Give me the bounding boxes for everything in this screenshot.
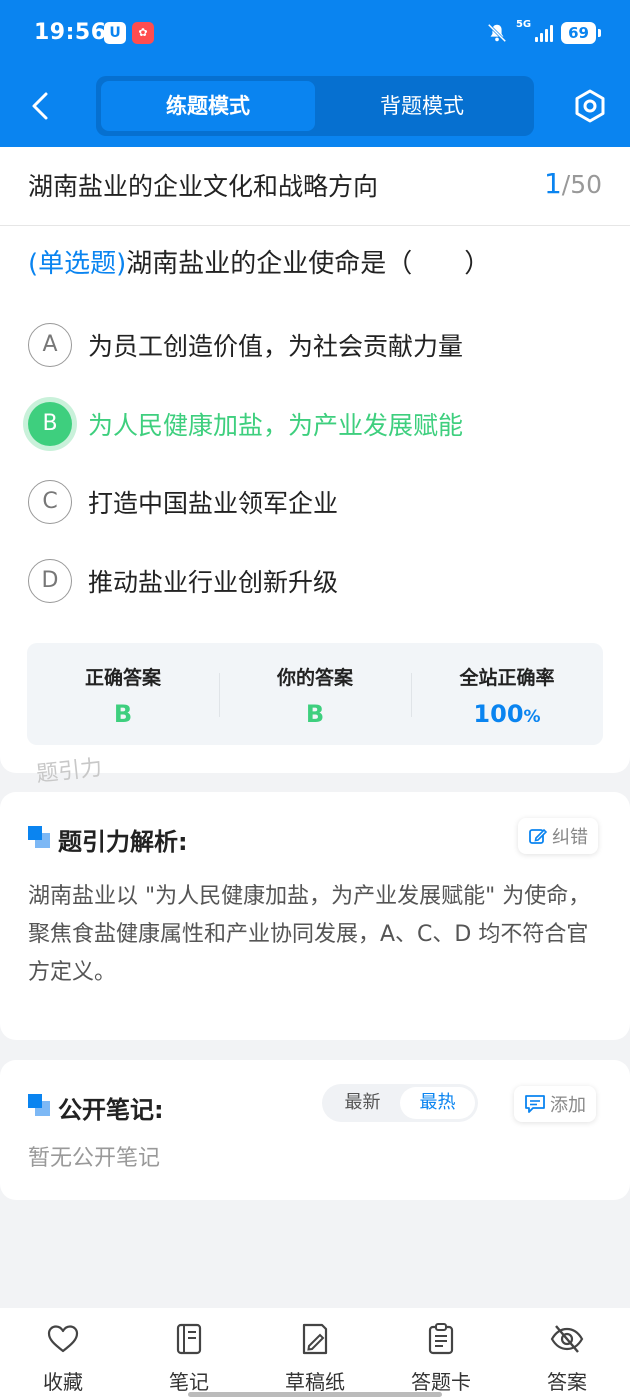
bottom-label: 答题卡	[411, 1370, 471, 1394]
option-letter: D	[28, 559, 72, 603]
total-questions: /50	[561, 170, 602, 199]
notes-title: 公开笔记:	[58, 1096, 164, 1124]
comment-icon	[525, 1095, 545, 1113]
option-b-correct[interactable]: B 为人民健康加盐，为产业发展赋能	[28, 400, 463, 448]
option-text: 为人民健康加盐，为产业发展赋能	[88, 411, 464, 440]
add-note-label: 添加	[550, 1095, 586, 1116]
mute-bell-icon	[487, 23, 507, 43]
stat-label: 全站正确率	[459, 667, 555, 689]
notebook-icon	[176, 1323, 202, 1355]
chapter-title: 湖南盐业的企业文化和战略方向	[28, 172, 379, 201]
home-indicator[interactable]	[188, 1392, 442, 1397]
option-letter: B	[28, 402, 72, 446]
network-type: 5G	[515, 19, 532, 30]
bottom-answer-sheet[interactable]: 答题卡	[378, 1308, 504, 1400]
tab-practice-mode[interactable]: 练题模式	[101, 81, 315, 131]
stat-value: 100%	[411, 700, 603, 728]
option-text: 推动盐业行业创新升级	[88, 568, 339, 597]
stat-accuracy-rate: 全站正确率 100%	[411, 643, 603, 745]
option-c[interactable]: C 打造中国盐业领军企业	[28, 478, 338, 526]
option-a[interactable]: A 为员工创造价值，为社会贡献力量	[28, 321, 463, 369]
status-bar: 19:56 U ✿ 5G 69	[0, 0, 630, 68]
tab-memorize-mode[interactable]: 背题模式	[315, 81, 529, 131]
status-right: 5G 69	[486, 19, 601, 46]
analysis-title: 题引力解析:	[58, 828, 188, 856]
sort-hottest[interactable]: 最热	[400, 1087, 475, 1119]
watermark: 题引力	[35, 755, 104, 788]
option-letter: A	[28, 323, 72, 367]
bottom-label: 收藏	[43, 1370, 83, 1394]
notes-card: 公开笔记: 最新 最热 添加 暂无公开笔记	[0, 1060, 630, 1200]
option-text: 打造中国盐业领军企业	[88, 489, 339, 518]
divider	[0, 225, 630, 226]
settings-hexagon-icon[interactable]	[572, 88, 608, 124]
stat-label: 正确答案	[84, 667, 161, 689]
question-stem: (单选题)湖南盐业的企业使命是（ ）	[28, 243, 490, 280]
analysis-text: 湖南盐业以 "为人民健康加盐，为产业发展赋能" 为使命，聚焦食盐健康属性和产业协…	[28, 884, 591, 985]
stat-your-answer: 你的答案 B	[219, 643, 411, 745]
bottom-label: 答案	[547, 1370, 587, 1394]
battery-indicator: 69	[561, 22, 601, 44]
option-letter: C	[28, 480, 72, 524]
sort-latest[interactable]: 最新	[325, 1087, 400, 1119]
bottom-show-answer[interactable]: 答案	[504, 1308, 630, 1400]
question-type-tag: (单选题)	[28, 249, 127, 279]
bottom-label: 笔记	[169, 1370, 209, 1394]
section-squares-icon	[28, 1094, 50, 1116]
app-notification-icon: ✿	[132, 22, 154, 44]
current-question-number: 1	[543, 167, 562, 200]
bottom-notes[interactable]: 笔记	[126, 1308, 252, 1400]
bottom-label: 草稿纸	[285, 1370, 345, 1394]
app-notification-icon: U	[104, 22, 126, 44]
question-card: 湖南盐业的企业文化和战略方向 1/50 (单选题)湖南盐业的企业使命是（ ） A…	[0, 147, 630, 787]
add-note-button[interactable]: 添加	[514, 1086, 596, 1122]
notes-empty-state: 暂无公开笔记	[28, 1146, 161, 1171]
analysis-card: 题引力解析: 纠错 湖南盐业以 "为人民健康加盐，为产业发展赋能" 为使命，聚焦…	[0, 792, 630, 1040]
report-error-label: 纠错	[552, 827, 588, 848]
option-text: 为员工创造价值，为社会贡献力量	[88, 332, 464, 361]
signal-icon	[535, 24, 554, 42]
report-error-button[interactable]: 纠错	[518, 818, 598, 854]
question-text: 湖南盐业的企业使命是（ ）	[126, 249, 491, 279]
eye-off-icon	[550, 1325, 584, 1353]
status-time: 19:56	[34, 20, 107, 45]
mode-switch: 练题模式 背题模式	[96, 76, 534, 136]
notes-sort-toggle: 最新 最热	[322, 1084, 478, 1122]
option-d[interactable]: D 推动盐业行业创新升级	[28, 557, 338, 605]
back-arrow-icon[interactable]	[28, 90, 52, 122]
bottom-draft-paper[interactable]: 草稿纸	[252, 1308, 378, 1400]
stat-value: B	[113, 700, 133, 728]
rate-number: 100	[473, 700, 524, 728]
answer-stats: 正确答案 B 你的答案 B 全站正确率 100%	[27, 643, 603, 745]
heart-icon	[47, 1325, 79, 1353]
draft-pen-icon	[302, 1323, 328, 1355]
rate-unit: %	[523, 707, 541, 727]
stat-correct-answer: 正确答案 B	[27, 643, 219, 745]
bottom-favorite[interactable]: 收藏	[0, 1308, 126, 1400]
stat-label: 你的答案	[276, 667, 353, 689]
section-squares-icon	[28, 826, 50, 848]
answer-sheet-icon	[428, 1323, 454, 1355]
stat-value: B	[305, 700, 325, 728]
top-bar: 19:56 U ✿ 5G 69 练题模式 背题模式	[0, 0, 630, 147]
question-counter: 1/50	[544, 167, 602, 200]
edit-icon	[529, 828, 548, 844]
bottom-toolbar: 收藏 笔记 草稿纸 答题卡 答案	[0, 1308, 630, 1400]
